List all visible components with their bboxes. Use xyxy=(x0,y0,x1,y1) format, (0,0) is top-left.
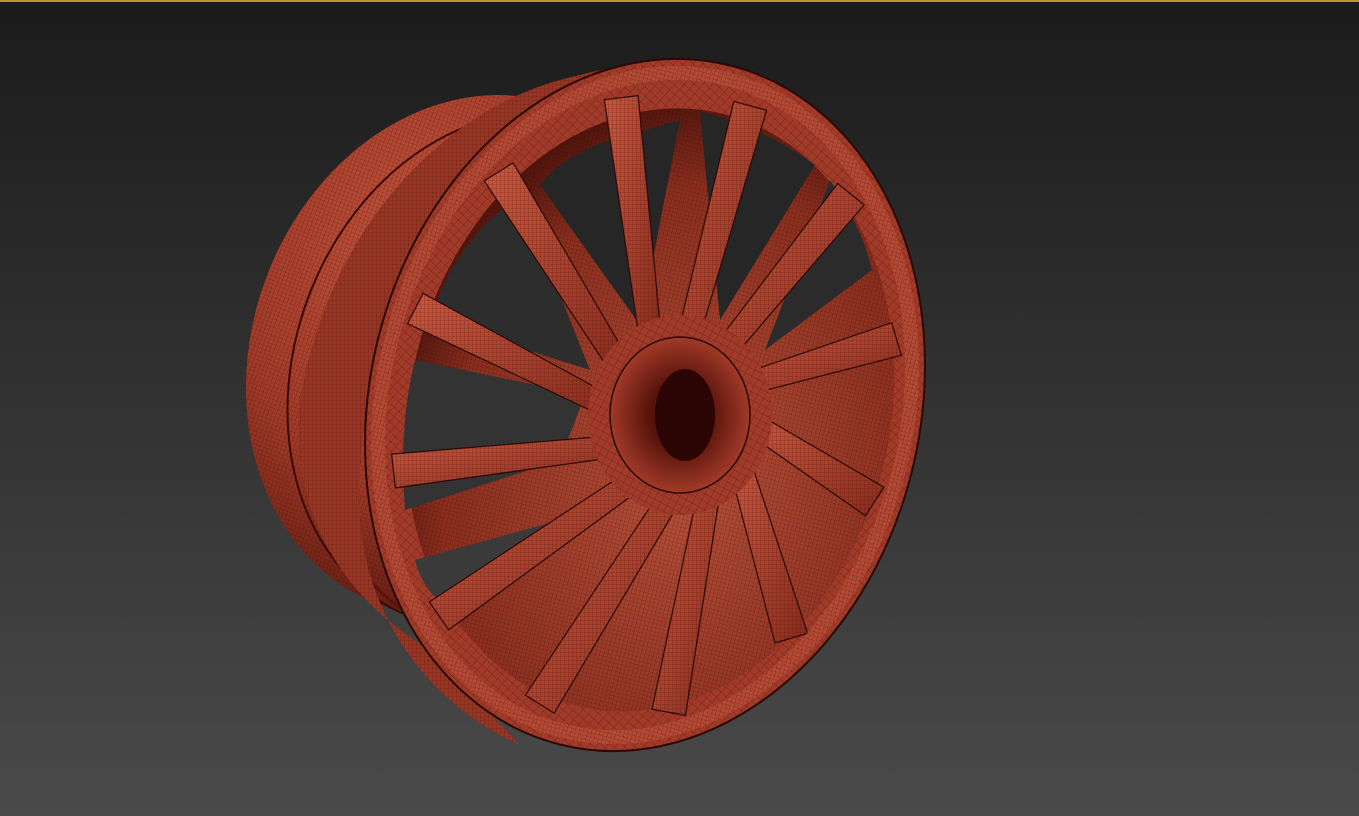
wheel-model[interactable] xyxy=(0,0,1359,816)
active-viewport-border xyxy=(0,0,1359,2)
3d-viewport[interactable] xyxy=(0,0,1359,816)
wheel-hub xyxy=(588,315,772,515)
center-bore xyxy=(655,369,715,461)
